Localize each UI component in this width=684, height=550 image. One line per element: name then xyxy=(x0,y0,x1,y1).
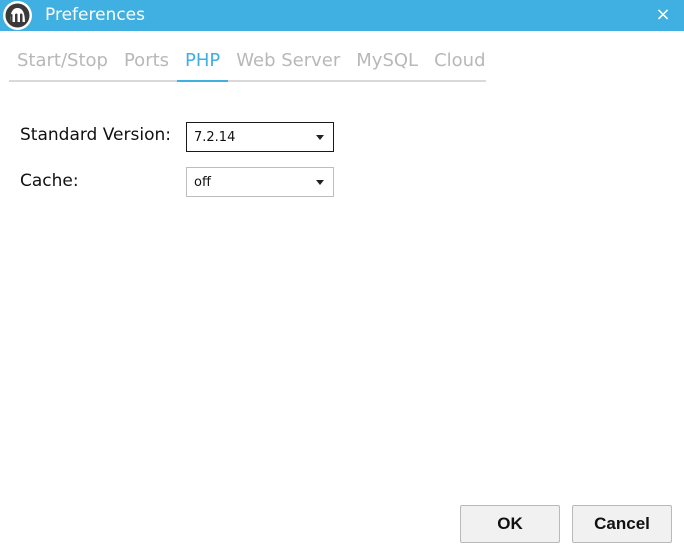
close-icon[interactable]: × xyxy=(652,4,674,26)
standard-version-select[interactable]: 7.2.14 xyxy=(186,122,334,152)
tab-cloud[interactable]: Cloud xyxy=(426,44,493,80)
cache-select[interactable]: off xyxy=(186,167,334,197)
chevron-down-icon xyxy=(316,180,324,185)
tab-mysql[interactable]: MySQL xyxy=(348,44,426,80)
title-bar[interactable]: Preferences × xyxy=(0,0,684,31)
standard-version-label: Standard Version: xyxy=(20,125,171,145)
ok-button[interactable]: OK xyxy=(460,505,560,543)
cache-value: off xyxy=(194,175,211,190)
standard-version-value: 7.2.14 xyxy=(194,130,236,145)
mamp-elephant-logo-icon xyxy=(2,0,33,31)
preferences-window: Preferences × Start/Stop Ports PHP Web S… xyxy=(0,0,684,550)
tab-ports[interactable]: Ports xyxy=(116,44,177,80)
cache-label: Cache: xyxy=(20,171,79,191)
tab-start-stop[interactable]: Start/Stop xyxy=(9,44,116,80)
preferences-tabs: Start/Stop Ports PHP Web Server MySQL Cl… xyxy=(9,44,486,82)
chevron-down-icon xyxy=(316,135,324,140)
window-title: Preferences xyxy=(45,5,145,25)
tab-php[interactable]: PHP xyxy=(177,44,229,82)
tab-web-server[interactable]: Web Server xyxy=(228,44,348,80)
cancel-button[interactable]: Cancel xyxy=(572,505,672,543)
